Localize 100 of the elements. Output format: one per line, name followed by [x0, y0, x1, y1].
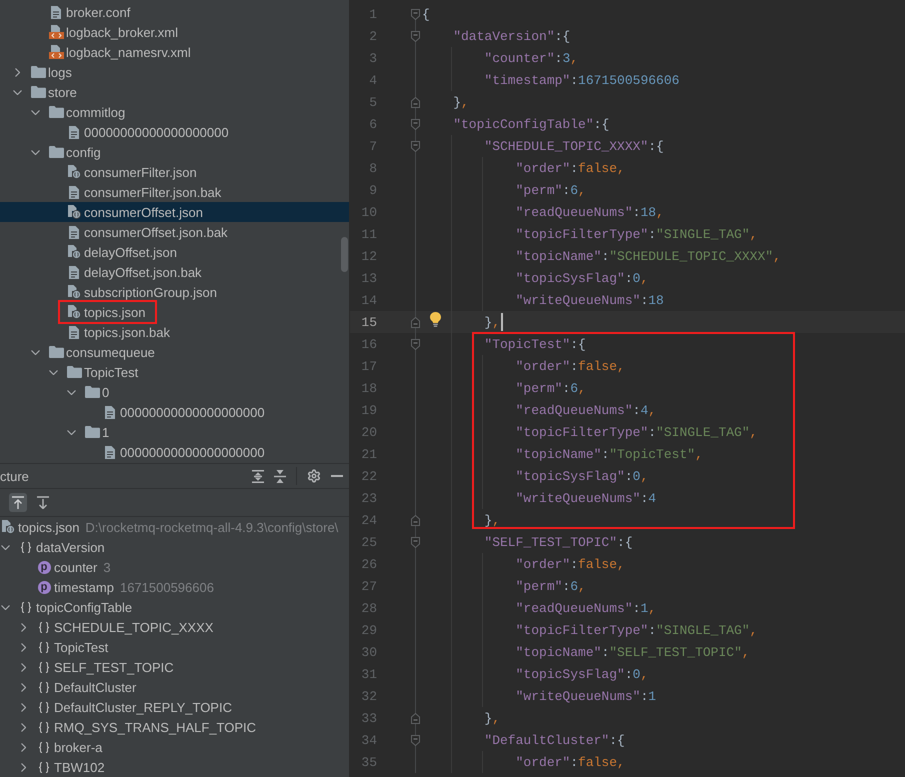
fold-marker-icon[interactable] [410, 96, 420, 108]
braces-icon [38, 662, 50, 672]
document-gear-icon [68, 285, 80, 299]
tree-item[interactable]: 1 [0, 422, 349, 442]
line-number: 13 [360, 270, 377, 286]
chevron-down-icon[interactable] [0, 544, 10, 550]
chevron-down-icon[interactable] [0, 604, 10, 610]
tree-item[interactable]: DefaultCluster_REPLY_TOPIC [0, 697, 349, 717]
tree-item[interactable]: p counter 3 [0, 557, 349, 577]
chevron-down-icon[interactable] [30, 350, 40, 354]
line-number: 33 [360, 710, 377, 726]
tree-item[interactable]: p timestamp 1671500596606 [0, 577, 349, 597]
chevron-right-icon[interactable] [20, 622, 26, 632]
fold-marker-icon[interactable] [410, 734, 420, 746]
expand-all-icon[interactable] [252, 470, 264, 482]
chevron-right-icon[interactable] [20, 762, 26, 772]
line-number: 19 [360, 402, 377, 418]
tree-item[interactable]: 0 [0, 382, 349, 402]
tree-item[interactable]: DefaultCluster [0, 677, 349, 697]
braces-icon [38, 722, 50, 732]
tree-item[interactable]: 00000000000000000000 [0, 402, 349, 422]
scrollbar-thumb[interactable] [341, 237, 348, 272]
chevron-right-icon[interactable] [20, 642, 26, 652]
tree-item[interactable]: TopicTest [0, 637, 349, 657]
code-line: "order":false, [516, 754, 625, 770]
chevron-down-icon[interactable] [48, 370, 58, 374]
path-text: D:\rocketmq-rocketmq-all-4.9.3\config\store\ [85, 520, 338, 534]
code-line: "order":false, [516, 358, 625, 374]
chevron-down-icon[interactable] [66, 430, 76, 434]
tree-item[interactable]: consumequeue [0, 342, 349, 362]
fold-marker-icon[interactable] [410, 514, 420, 526]
chevron-right-icon[interactable] [20, 682, 26, 692]
folder-icon [48, 106, 64, 118]
code-line: "SCHEDULE_TOPIC_XXXX":{ [484, 138, 664, 154]
code-line: "topicName":"TopicTest", [516, 446, 703, 462]
tree-item[interactable]: consumerOffset.json.bak [0, 222, 349, 242]
chevron-right-icon[interactable] [20, 722, 26, 732]
tree-item[interactable]: delayOffset.json [0, 242, 349, 262]
document-icon [51, 6, 61, 18]
code-line: "order":false, [516, 160, 625, 176]
tree-item[interactable]: topics.json.bak [0, 322, 349, 342]
collapse-all-icon[interactable] [274, 470, 286, 482]
braces-icon [38, 642, 50, 652]
line-number: 22 [360, 468, 377, 484]
chevron-right-icon[interactable] [20, 742, 26, 752]
document-icon [69, 226, 79, 238]
fold-marker-icon[interactable] [410, 536, 420, 548]
tree-item[interactable]: TopicTest [0, 362, 349, 382]
arrow-up-bar-icon [12, 496, 24, 509]
settings-icon[interactable] [307, 469, 321, 483]
line-number: 23 [360, 490, 377, 506]
tree-item[interactable]: 00000000000000000000 [0, 122, 349, 142]
tree-item[interactable]: consumerFilter.json [0, 162, 349, 182]
line-number: 14 [360, 292, 377, 308]
tree-item[interactable]: consumerFilter.json.bak [0, 182, 349, 202]
fold-marker-icon[interactable] [410, 712, 420, 724]
tree-item[interactable]: commitlog [0, 102, 349, 122]
fold-marker-icon[interactable] [410, 316, 420, 328]
tree-item[interactable]: topics.json [0, 302, 349, 322]
fold-marker-icon[interactable] [410, 8, 420, 20]
chevron-down-icon[interactable] [30, 150, 40, 154]
fold-marker-icon[interactable] [410, 30, 420, 42]
tree-item[interactable]: broker.conf [0, 2, 349, 22]
tree-item[interactable]: SELF_TEST_TOPIC [0, 657, 349, 677]
tree-item[interactable]: logback_broker.xml [0, 22, 349, 42]
lightbulb-icon[interactable] [430, 312, 441, 327]
tree-item[interactable]: config [0, 142, 349, 162]
line-number: 1 [368, 6, 377, 22]
tree-item[interactable]: subscriptionGroup.json [0, 282, 349, 302]
tree-item[interactable]: dataVersion [0, 537, 349, 557]
tree-item[interactable]: 00000000000000000000 [0, 442, 349, 462]
toggle-button[interactable] [9, 493, 27, 512]
tree-item[interactable]: RMQ_SYS_TRANS_HALF_TOPIC [0, 717, 349, 737]
tree-item[interactable]: SCHEDULE_TOPIC_XXXX [0, 617, 349, 637]
fold-marker-icon[interactable] [410, 118, 420, 130]
braces-icon [38, 682, 50, 692]
fold-marker-icon[interactable] [410, 140, 420, 152]
line-number: 7 [368, 138, 377, 154]
tree-item[interactable]: store [0, 82, 349, 102]
line-number: 3 [368, 50, 377, 66]
chevron-down-icon[interactable] [66, 390, 76, 394]
tree-item[interactable]: logback_namesrv.xml [0, 42, 349, 62]
fold-marker-icon[interactable] [410, 338, 420, 350]
tree-item[interactable]: logs [0, 62, 349, 82]
chevron-down-icon[interactable] [12, 90, 22, 94]
tree-item[interactable]: consumerOffset.json [0, 202, 349, 222]
tree-item[interactable]: topics.json D:\rocketmq-rocketmq-all-4.9.3\config\store\ [0, 517, 349, 537]
value-text: 3 [103, 560, 111, 574]
tree-item[interactable]: TBW102 [0, 757, 349, 777]
chevron-down-icon[interactable] [30, 110, 40, 114]
chevron-right-icon[interactable] [20, 662, 26, 672]
braces-icon [20, 602, 32, 612]
folder-icon [30, 86, 46, 98]
tree-item[interactable]: delayOffset.json.bak [0, 262, 349, 282]
tree-item[interactable]: broker-a [0, 737, 349, 757]
chevron-right-icon[interactable] [14, 68, 20, 76]
code-line: "topicSysFlag":0, [516, 270, 648, 286]
code-line: "topicName":"SCHEDULE_TOPIC_XXXX", [516, 248, 781, 264]
tree-item[interactable]: topicConfigTable [0, 597, 349, 617]
chevron-right-icon[interactable] [20, 702, 26, 712]
